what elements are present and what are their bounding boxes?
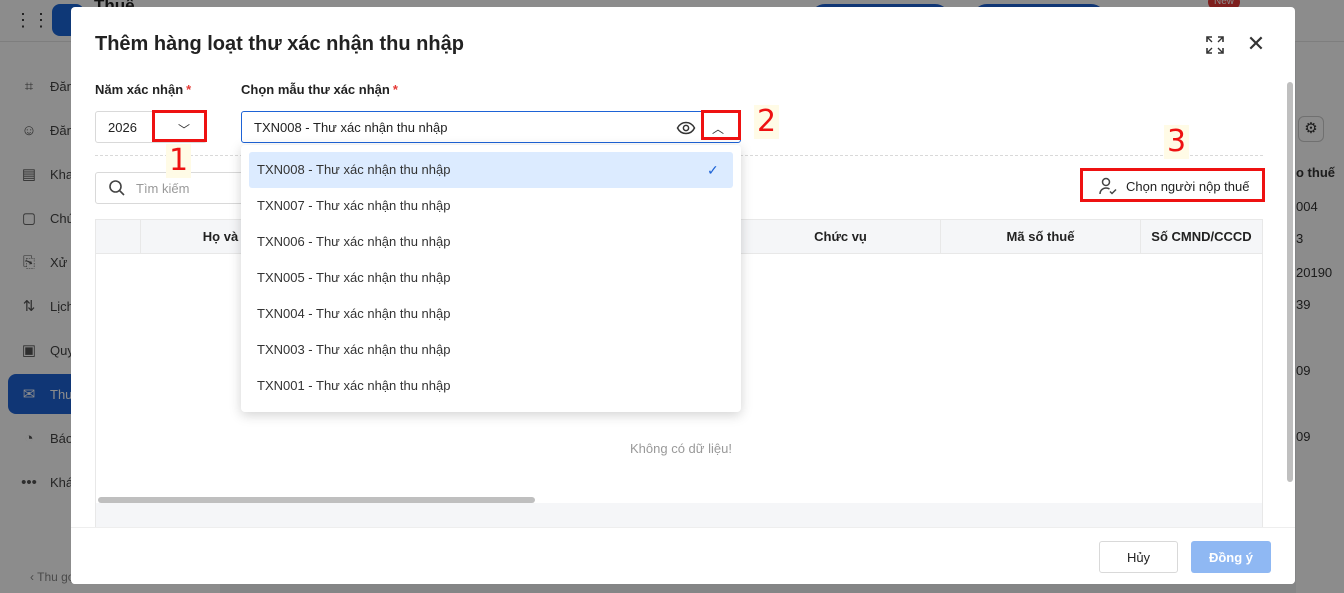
empty-state: Không có dữ liệu! xyxy=(630,441,732,456)
modal-title: Thêm hàng loạt thư xác nhận thu nhập xyxy=(95,33,464,55)
check-icon: ✓ xyxy=(707,162,719,178)
annotation-number-1: 1 xyxy=(166,144,192,178)
annotation-box-3 xyxy=(1080,168,1265,202)
search-icon xyxy=(109,180,125,196)
template-dropdown: TXN008 - Thư xác nhận thu nhập ✓ TXN007 -… xyxy=(241,145,741,412)
dropdown-option[interactable]: TXN005 - Thư xác nhận thu nhập xyxy=(249,260,733,296)
search-placeholder: Tìm kiếm xyxy=(136,181,190,196)
template-label: Chọn mẫu thư xác nhận * xyxy=(241,82,398,97)
table-pagination xyxy=(96,503,1262,527)
column-header-position[interactable]: Chức vụ xyxy=(740,220,940,254)
close-icon[interactable]: ✕ xyxy=(1245,33,1267,55)
dropdown-option-selected[interactable]: TXN008 - Thư xác nhận thu nhập ✓ xyxy=(249,152,733,188)
column-header-tax-code[interactable]: Mã số thuế xyxy=(940,220,1140,254)
dropdown-option[interactable]: TXN003 - Thư xác nhận thu nhập xyxy=(249,332,733,368)
annotation-number-2: 2 xyxy=(754,105,780,139)
annotation-box-2 xyxy=(701,110,741,140)
annotation-box-1 xyxy=(152,110,207,142)
year-value: 2026 xyxy=(108,120,137,135)
cancel-button[interactable]: Hủy xyxy=(1099,541,1178,573)
modal-footer: Hủy Đồng ý xyxy=(71,527,1295,584)
ok-button[interactable]: Đồng ý xyxy=(1191,541,1271,573)
year-label: Năm xác nhận * xyxy=(95,82,192,97)
expand-icon[interactable] xyxy=(1205,35,1225,55)
template-value: TXN008 - Thư xác nhận thu nhập xyxy=(254,120,448,135)
template-select[interactable]: TXN008 - Thư xác nhận thu nhập ︿ xyxy=(241,111,741,143)
eye-icon[interactable] xyxy=(676,118,696,138)
column-header-id-number[interactable]: Số CMND/CCCD xyxy=(1140,220,1262,254)
dropdown-option[interactable]: TXN004 - Thư xác nhận thu nhập xyxy=(249,296,733,332)
annotation-number-3: 3 xyxy=(1164,125,1190,159)
dropdown-option[interactable]: TXN007 - Thư xác nhận thu nhập xyxy=(249,188,733,224)
vertical-scrollbar[interactable] xyxy=(1287,82,1293,482)
dropdown-option[interactable]: TXN001 - Thư xác nhận thu nhập xyxy=(249,368,733,404)
dropdown-option[interactable]: TXN006 - Thư xác nhận thu nhập xyxy=(249,224,733,260)
